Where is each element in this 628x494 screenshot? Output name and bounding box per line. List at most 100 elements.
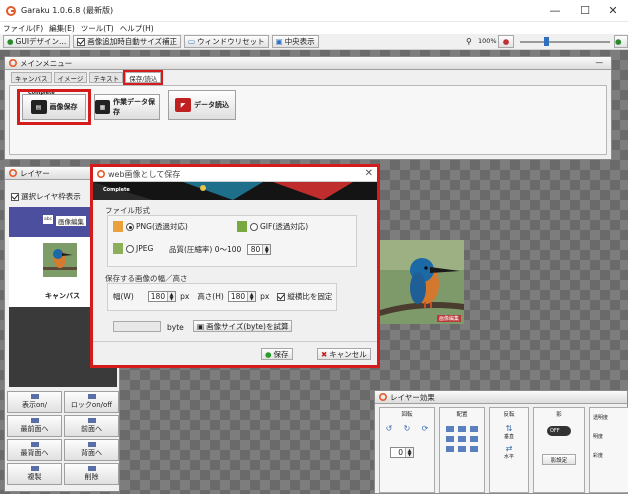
format-png-option[interactable]: PNG(透過対応) [113,221,188,232]
bring-forward-button[interactable]: 前面へ [64,415,119,437]
shadow-section: 影 OFF 影設定 [533,407,585,493]
tab-text[interactable]: テキスト [89,72,124,83]
front-icon [30,418,39,423]
png-file-icon [113,221,123,232]
maximize-button[interactable]: ☐ [570,0,600,22]
data-load-button[interactable]: ◤ データ読込 [168,90,236,120]
flip-horizontal-icon[interactable]: ⇄ [490,444,528,453]
save-web-image-dialog: web画像として保存 ✕ Complete ファイル形式 PNG(透過対応) G… [90,164,380,368]
close-button[interactable]: ✕ [598,0,628,22]
layer-label: キャンバス [45,292,80,300]
gui-design-icon: ● [7,37,14,46]
save-icon: ● [265,349,272,359]
tab-save-load[interactable]: 保存/読込 [123,70,164,85]
main-menu-tabs: キャンバス イメージ テキスト 保存/読込 [11,70,164,85]
tab-image[interactable]: イメージ [53,72,88,83]
format-jpeg-option[interactable]: JPEG [113,243,153,254]
zoom-in-button[interactable]: ● [614,35,628,48]
zoom-slider-thumb[interactable] [544,37,549,46]
rotate-right-icon[interactable]: ↻ [404,424,411,433]
auto-resize-toggle[interactable]: 画像追加時自動サイズ補正 [73,35,181,48]
save-button[interactable]: ● 保存 [261,348,293,360]
zoom-out-button[interactable]: ● [498,35,514,48]
align-icon[interactable] [470,426,478,432]
panel-minimize-icon[interactable]: — [596,58,604,67]
auto-resize-checkbox[interactable] [77,37,86,46]
minimize-button[interactable]: — [540,0,570,22]
jpeg-radio[interactable] [126,244,134,253]
bring-to-front-button[interactable]: 最前面へ [7,415,62,437]
quality-stepper[interactable]: 80 ▲ ▼ [247,244,272,255]
lock-toggle-button[interactable]: ロックon/off [64,391,119,413]
width-label: 幅(W) [113,292,134,301]
height-unit: px [260,292,270,301]
stepper-arrows-icon[interactable]: ▲ ▼ [405,448,413,457]
gif-radio[interactable] [250,222,258,231]
keep-ratio-checkbox[interactable] [277,292,286,301]
work-data-icon: ▦ [95,100,111,114]
png-radio[interactable] [126,222,134,231]
center-icon: ▣ [275,37,283,46]
send-backward-button[interactable]: 背面へ [64,439,119,461]
canvas-bird-image[interactable]: 画像編集 [380,240,464,324]
shadow-settings-button[interactable]: 影設定 [542,454,576,465]
rotate-left-icon[interactable]: ↺ [386,424,393,433]
width-stepper[interactable]: 180 ▲ ▼ [147,291,177,302]
rotation-icons[interactable]: ↺ ↻ ⟳ [380,424,434,433]
gif-file-icon [237,221,247,232]
garaku-small-icon [9,169,17,177]
kingfisher-photo [380,240,464,324]
format-gif-option[interactable]: GIF(透過対応) [237,221,308,232]
select-frame-checkbox[interactable] [11,192,19,201]
align-icon[interactable] [458,426,466,432]
dialog-close-icon[interactable]: ✕ [365,168,373,179]
align-grid[interactable] [446,426,484,452]
delete-button[interactable]: 削除 [64,463,119,485]
align-icon[interactable] [470,436,478,442]
lock-icon [87,394,96,399]
main-menu-body: ▤ 画像保存 Complete ▦ 作業データ保存 ◤ データ読込 [9,85,607,155]
stepper-arrows-icon[interactable]: ▲ ▼ [167,292,176,301]
dialog-titlebar[interactable]: web画像として保存 ✕ [93,167,377,182]
align-icon[interactable] [470,446,478,452]
center-display-button[interactable]: ▣ 中央表示 [271,35,319,48]
zoom-slider-track[interactable] [520,41,610,43]
duplicate-button[interactable]: 複製 [7,463,62,485]
menu-file[interactable]: ファイル(F) [3,23,43,34]
data-load-icon: ◤ [175,98,191,112]
work-data-save-button[interactable]: ▦ 作業データ保存 [94,94,160,120]
cancel-button[interactable]: ✖ キャンセル [317,348,371,360]
shadow-toggle[interactable]: OFF [547,426,571,436]
align-icon[interactable] [446,446,454,452]
layer-badge: abc [43,215,53,224]
main-menu-titlebar[interactable]: メインメニュー — [5,57,611,70]
align-icon[interactable] [458,446,466,452]
tab-canvas[interactable]: キャンバス [11,72,52,83]
rotation-stepper[interactable]: 0 ▲ ▼ [390,447,414,458]
menu-edit[interactable]: 編集(E) [49,23,75,34]
image-icon: ▣ [197,321,205,331]
gui-design-button[interactable]: ● GUIデザイン... [3,35,71,48]
zoom-level: 100% [478,37,497,45]
menu-help[interactable]: ヘルプ(H) [120,23,154,34]
rotate-reset-icon[interactable]: ⟳ [422,424,429,433]
toolbar: ● GUIデザイン... 画像追加時自動サイズ補正 ▭ ウィンドウリセット ▣ … [0,34,628,50]
flip-vertical-icon[interactable]: ⇅ [490,424,528,433]
align-icon[interactable] [458,436,466,442]
align-icon[interactable] [446,426,454,432]
select-frame-toggle[interactable]: 選択レイヤ枠表示 [11,191,81,202]
keep-ratio-label: 縦横比を固定 [287,292,333,301]
visibility-toggle-button[interactable]: 表示on/ [7,391,62,413]
align-icon[interactable] [446,436,454,442]
menu-tools[interactable]: ツール(T) [81,23,114,34]
trash-icon [87,466,96,471]
window-title-bar: Garaku 1.0.6.8 (最新版) — ☐ ✕ [0,0,628,22]
height-stepper[interactable]: 180 ▲ ▼ [227,291,257,302]
window-reset-button[interactable]: ▭ ウィンドウリセット [184,35,269,48]
stepper-arrows-icon[interactable]: ▲ ▼ [262,245,271,254]
layer-effect-titlebar[interactable]: レイヤー効果 [375,391,627,404]
stepper-arrows-icon[interactable]: ▲ ▼ [247,292,256,301]
image-save-highlight [17,89,91,125]
send-to-back-button[interactable]: 最背面へ [7,439,62,461]
estimate-size-button[interactable]: ▣ 画像サイズ(byte)を試算 [193,320,293,332]
